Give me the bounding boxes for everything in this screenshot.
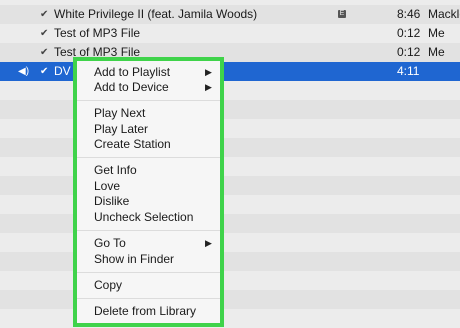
menu-item-get-info[interactable]: Get Info [94,163,137,178]
explicit-badge: E [338,10,346,18]
empty-row [0,100,460,119]
speaker-icon: ◀) [18,66,30,77]
menu-item-love[interactable]: Love [94,179,120,194]
checkmark-icon[interactable]: ✔ [40,62,50,81]
track-row[interactable]: ✔ Test of MP3 File 0:12 Me [0,43,460,62]
empty-row [0,271,460,290]
triangle-right-icon: ▶ [205,67,212,77]
track-row[interactable]: ✔ White Privilege II (feat. Jamila Woods… [0,5,460,24]
triangle-right-icon: ▶ [205,82,212,92]
menu-item-play-next[interactable]: Play Next [94,106,145,121]
track-row[interactable]: ✔ Test of MP3 File 0:12 Me [0,24,460,43]
menu-separator [77,157,220,158]
menu-item-copy[interactable]: Copy [94,278,122,293]
menu-item-create-station[interactable]: Create Station [94,137,171,152]
checkmark-icon[interactable]: ✔ [40,5,50,24]
song-list: ✔ White Privilege II (feat. Jamila Woods… [0,0,460,328]
track-name: Test of MP3 File [54,26,141,40]
track-time: 4:11 [397,64,420,78]
menu-item-uncheck-selection[interactable]: Uncheck Selection [94,210,193,225]
track-time: 8:46 [397,7,421,21]
context-menu: Add to Playlist ▶ Add to Device ▶ Play N… [73,57,224,327]
menu-item-add-to-device[interactable]: Add to Device [94,80,169,95]
menu-separator [77,298,220,299]
empty-row [0,157,460,176]
track-row-selected[interactable]: ◀) ✔ DV 4:11 [0,62,460,81]
menu-item-dislike[interactable]: Dislike [94,194,129,209]
empty-row [0,252,460,271]
track-artist: Mackle [428,7,460,21]
empty-row [0,309,460,328]
checkmark-icon[interactable]: ✔ [40,43,50,62]
track-time: 0:12 [397,45,421,59]
checkmark-icon[interactable]: ✔ [40,24,50,43]
menu-item-delete-from-library[interactable]: Delete from Library [94,304,196,319]
empty-row [0,176,460,195]
triangle-right-icon: ▶ [205,238,212,248]
track-name: DV [54,64,71,78]
empty-row [0,81,460,100]
menu-item-play-later[interactable]: Play Later [94,122,148,137]
empty-row [0,195,460,214]
menu-item-add-to-playlist[interactable]: Add to Playlist [94,65,170,80]
track-artist: Me [428,45,445,59]
empty-row [0,214,460,233]
empty-row [0,233,460,252]
menu-separator [77,272,220,273]
track-name: White Privilege II (feat. Jamila Woods) [54,7,258,21]
menu-item-show-in-finder[interactable]: Show in Finder [94,252,174,267]
menu-separator [77,100,220,101]
track-artist: Me [428,26,445,40]
track-time: 0:12 [397,26,421,40]
menu-item-go-to[interactable]: Go To [94,236,126,251]
empty-row [0,290,460,309]
menu-separator [77,230,220,231]
empty-row [0,119,460,138]
empty-row [0,138,460,157]
